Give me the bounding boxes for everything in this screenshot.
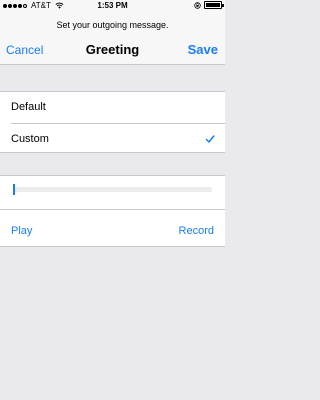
playback-progress-track[interactable]: [13, 187, 212, 192]
save-button[interactable]: Save: [188, 42, 218, 57]
greeting-options-list: Default Custom: [0, 91, 225, 153]
record-button[interactable]: Record: [179, 225, 214, 237]
status-time: 1:53 PM: [97, 1, 128, 10]
option-default[interactable]: Default: [0, 92, 225, 123]
playback-scrubber-handle[interactable]: [13, 184, 15, 195]
battery-icon: [204, 1, 224, 9]
battery-fill: [206, 3, 220, 7]
outgoing-message-prompt: Set your outgoing message.: [56, 20, 169, 30]
status-right: [194, 1, 224, 9]
play-button[interactable]: Play: [11, 225, 32, 237]
status-bar: AT&T 1:53 PM: [0, 0, 225, 12]
checkmark-icon: [205, 135, 215, 143]
greeting-player: Play Record: [0, 175, 225, 247]
lock-rotation-icon: [194, 1, 201, 9]
divider: [0, 209, 225, 210]
option-label: Default: [11, 101, 46, 113]
option-label: Custom: [11, 133, 49, 145]
option-custom[interactable]: Custom: [11, 123, 225, 154]
navigation-bar: Set your outgoing message. Cancel Greeti…: [0, 12, 225, 65]
